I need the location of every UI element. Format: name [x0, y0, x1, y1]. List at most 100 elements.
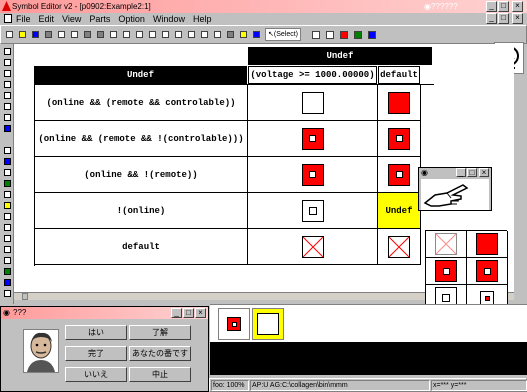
symbol-cell[interactable]: [248, 85, 378, 121]
rule-table: (online && (remote && controlable)) (onli…: [34, 84, 434, 266]
align-middle-icon[interactable]: [159, 28, 171, 41]
your-turn-button[interactable]: あなたの番です: [129, 346, 191, 361]
menu-parts[interactable]: Parts: [89, 13, 110, 25]
tool-table-icon[interactable]: [2, 244, 12, 254]
tool-clock-icon[interactable]: [2, 178, 12, 188]
symbol-cell[interactable]: [248, 229, 378, 265]
tool-rect-icon[interactable]: [2, 57, 12, 67]
help-icon[interactable]: [237, 28, 249, 41]
print-icon[interactable]: [224, 28, 236, 41]
palette-item[interactable]: [467, 231, 508, 258]
pointer-window[interactable]: ◉ _ □ ×: [418, 167, 492, 211]
condition-label[interactable]: (online && (remote && !(controlable))): [35, 121, 248, 157]
tool-meter-icon[interactable]: [2, 200, 12, 210]
tool-ellipse-icon[interactable]: [2, 79, 12, 89]
tool-circle-icon[interactable]: [2, 68, 12, 78]
tool-arrow-icon[interactable]: [2, 288, 12, 298]
new-icon[interactable]: [3, 28, 15, 41]
paste-icon[interactable]: [68, 28, 80, 41]
chat-minimize-button[interactable]: _: [171, 308, 182, 318]
select-tool-button[interactable]: ↖(Select): [265, 28, 301, 41]
doc-restore-button[interactable]: □: [498, 13, 509, 24]
symbol-cell[interactable]: [248, 157, 378, 193]
symbol-cell[interactable]: [378, 157, 421, 193]
align-center-icon[interactable]: [120, 28, 132, 41]
pointer-close-button[interactable]: ×: [479, 168, 489, 177]
tool-polygon-icon[interactable]: [2, 90, 12, 100]
condition-label[interactable]: default: [35, 229, 248, 265]
condition-label[interactable]: (online && !(remote)): [35, 157, 248, 193]
group-tool-icon[interactable]: [323, 28, 336, 41]
tool-text-icon[interactable]: [2, 145, 12, 155]
cut-icon[interactable]: [42, 28, 54, 41]
align-left-icon[interactable]: [107, 28, 119, 41]
tool-line-icon[interactable]: [2, 46, 12, 56]
symbol-cell[interactable]: [248, 193, 378, 229]
palette-item[interactable]: [426, 231, 467, 258]
fill-tool-icon[interactable]: [351, 28, 364, 41]
group-icon[interactable]: [198, 28, 210, 41]
align-right-icon[interactable]: [133, 28, 145, 41]
ungroup-icon[interactable]: [211, 28, 223, 41]
symbol-cell[interactable]: Undef: [378, 193, 421, 229]
undo-icon[interactable]: [81, 28, 93, 41]
tool-bar-icon[interactable]: [2, 189, 12, 199]
align-bottom-icon[interactable]: [172, 28, 184, 41]
no-button[interactable]: いいえ: [65, 367, 127, 382]
abort-button[interactable]: 中止: [129, 367, 191, 382]
save-icon[interactable]: [29, 28, 41, 41]
tool-image-icon[interactable]: [2, 156, 12, 166]
copy-icon[interactable]: [55, 28, 67, 41]
palette-item[interactable]: [426, 258, 467, 285]
doc-close-button[interactable]: ×: [512, 13, 523, 24]
ungroup-tool-icon[interactable]: [337, 28, 350, 41]
tool-list-icon[interactable]: [2, 211, 12, 221]
pointer-minimize-button[interactable]: _: [456, 168, 466, 177]
close-button[interactable]: ×: [512, 1, 523, 12]
done-button[interactable]: 完了: [65, 346, 127, 361]
tool-grid-icon[interactable]: [2, 222, 12, 232]
symbol-cell[interactable]: [378, 121, 421, 157]
context-help-icon[interactable]: [250, 28, 262, 41]
symbol-cell[interactable]: [248, 121, 378, 157]
preview-symbol-1[interactable]: [218, 308, 250, 340]
open-icon[interactable]: [16, 28, 28, 41]
menu-window[interactable]: Window: [153, 13, 185, 25]
tool-triangle-icon[interactable]: [2, 112, 12, 122]
tool-group-icon[interactable]: [2, 255, 12, 265]
preview-symbol-2[interactable]: [252, 308, 284, 340]
condition-label[interactable]: (online && (remote && controlable)): [35, 85, 248, 121]
align-top-icon[interactable]: [146, 28, 158, 41]
chat-window[interactable]: ◉ ??? _ □ × はい 了解 完了 あなたの番です いいえ 中止: [0, 306, 209, 392]
tool-arc-icon[interactable]: [2, 101, 12, 111]
pointer-maximize-button[interactable]: □: [467, 168, 477, 177]
tool-edit-icon[interactable]: [2, 233, 12, 243]
redo-icon[interactable]: [94, 28, 106, 41]
scroll-thumb[interactable]: [22, 293, 28, 300]
tool-chart-icon[interactable]: [2, 167, 12, 177]
tool-fill-icon[interactable]: [2, 123, 12, 133]
distribute-icon[interactable]: [185, 28, 197, 41]
symbol-cell[interactable]: [378, 229, 421, 265]
red-square-symbol: [227, 317, 241, 331]
yes-button[interactable]: はい: [65, 325, 127, 340]
maximize-button[interactable]: □: [498, 1, 509, 12]
menu-edit[interactable]: Edit: [39, 13, 55, 25]
menu-file[interactable]: File: [16, 13, 31, 25]
acknowledge-button[interactable]: 了解: [129, 325, 191, 340]
palette-item[interactable]: [467, 258, 508, 285]
doc-minimize-button[interactable]: _: [486, 13, 497, 24]
condition-label[interactable]: !(online): [35, 193, 248, 229]
col-header-voltage: (voltage >= 1000.00000): [248, 66, 377, 84]
rect-tool-icon[interactable]: [309, 28, 322, 41]
chat-maximize-button[interactable]: □: [183, 308, 194, 318]
minimize-button[interactable]: _: [486, 1, 497, 12]
layer-tool-icon[interactable]: [365, 28, 378, 41]
tool-link-icon[interactable]: [2, 266, 12, 276]
menu-view[interactable]: View: [62, 13, 81, 25]
chat-close-button[interactable]: ×: [195, 308, 206, 318]
tool-layer-icon[interactable]: [2, 277, 12, 287]
symbol-cell[interactable]: [378, 85, 421, 121]
menu-option[interactable]: Option: [118, 13, 145, 25]
menu-help[interactable]: Help: [193, 13, 212, 25]
